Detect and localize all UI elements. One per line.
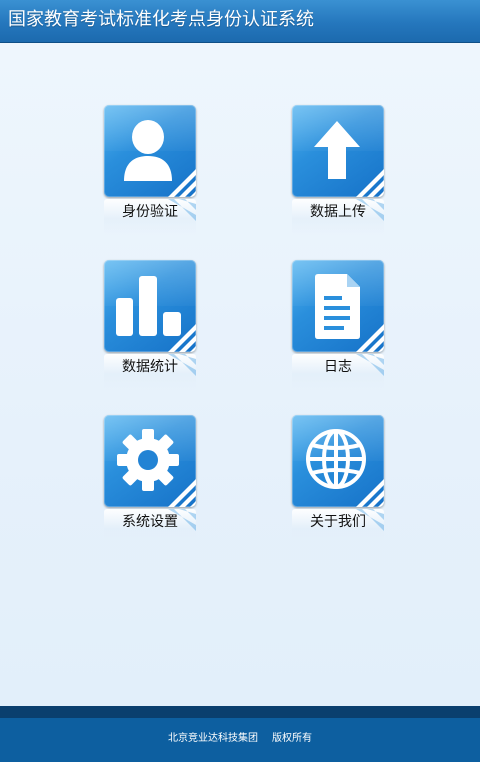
system-settings-tile[interactable]: 系统设置 [104,415,196,547]
system-settings-button[interactable] [104,415,196,507]
company-name: 北京竞业达科技集团 [168,733,258,744]
corner-stripes-icon [356,479,384,507]
data-upload-button[interactable] [292,105,384,197]
rights-text: 版权所有 [272,733,312,744]
data-upload-tile[interactable]: 数据上传 [292,105,384,237]
corner-stripes-icon [356,169,384,197]
data-upload-label: 数据上传 [310,204,366,220]
identity-verification-label: 身份验证 [122,204,178,220]
footer-band [0,706,480,718]
about-us-label: 关于我们 [310,514,366,530]
app-title: 国家教育考试标准化考点身份认证系统 [8,9,314,30]
data-statistics-label: 数据统计 [122,359,178,375]
data-statistics-button[interactable] [104,260,196,352]
about-us-tile[interactable]: 关于我们 [292,415,384,547]
corner-stripes-icon [168,479,196,507]
identity-verification-tile[interactable]: 身份验证 [104,105,196,237]
identity-verification-button[interactable] [104,105,196,197]
title-bar: 国家教育考试标准化考点身份认证系统 [0,0,480,43]
log-tile[interactable]: 日志 [292,260,384,392]
about-us-button[interactable] [292,415,384,507]
system-settings-label: 系统设置 [122,514,178,530]
copyright-notice: 北京竞业达科技集团 版权所有 [0,732,480,746]
corner-stripes-icon [168,169,196,197]
corner-stripes-icon [168,324,196,352]
footer: 北京竞业达科技集团 版权所有 [0,706,480,762]
data-statistics-tile[interactable]: 数据统计 [104,260,196,392]
corner-stripes-icon [356,324,384,352]
log-label: 日志 [324,359,352,375]
main-menu: 身份验证 数据上传 数据统计 日志 系统设置 关于我们 [0,43,480,706]
log-button[interactable] [292,260,384,352]
